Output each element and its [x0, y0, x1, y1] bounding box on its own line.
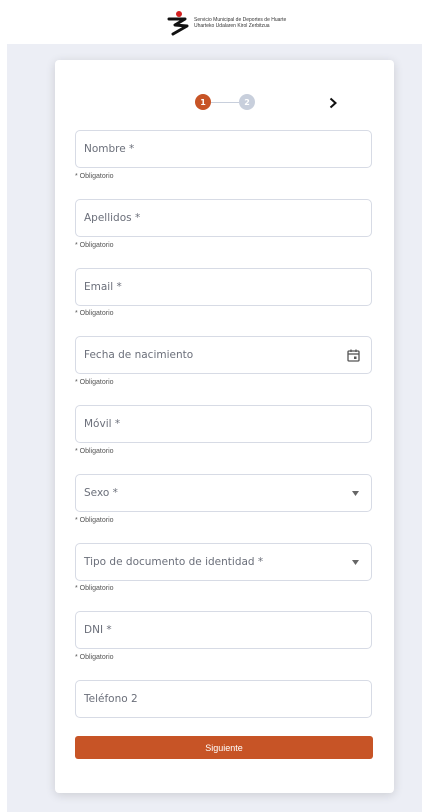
chevron-right-icon[interactable] [327, 97, 339, 109]
sexo-label: Sexo * [84, 487, 118, 499]
email-label: Email * [84, 281, 122, 293]
step-2-indicator: 2 [239, 94, 255, 110]
sexo-hint: * Obligatorio [75, 517, 114, 524]
sexo-select[interactable]: Sexo * [75, 474, 372, 512]
movil-field[interactable]: Móvil * [75, 405, 372, 443]
dni-label: DNI * [84, 624, 112, 636]
logo-text: Servicio Municipal de Deportes de Huarte… [194, 17, 286, 29]
telefono-2-field[interactable]: Teléfono 2 [75, 680, 372, 718]
nombre-field[interactable]: Nombre * [75, 130, 372, 168]
dni-field[interactable]: DNI * [75, 611, 372, 649]
dni-hint: * Obligatorio [75, 654, 114, 661]
huarte-logo-icon [167, 11, 189, 36]
email-field[interactable]: Email * [75, 268, 372, 306]
tipo-documento-hint: * Obligatorio [75, 585, 114, 592]
siguiente-button[interactable]: Siguiente [75, 736, 373, 759]
telefono-2-label: Teléfono 2 [84, 693, 138, 705]
apellidos-label: Apellidos * [84, 212, 141, 224]
apellidos-field[interactable]: Apellidos * [75, 199, 372, 237]
logo[interactable]: Servicio Municipal de Deportes de Huarte… [165, 10, 286, 36]
logo-line-2: Uharteko Udalaren Kirol Zerbitzua [194, 23, 270, 29]
fecha-nacimiento-label: Fecha de nacimiento [84, 349, 194, 361]
caret-down-icon [352, 560, 359, 565]
nombre-hint: * Obligatorio [75, 173, 114, 180]
registration-card: 1 2 Nombre * * Obligatorio Apellidos * *… [55, 60, 394, 793]
header: Servicio Municipal de Deportes de Huarte… [0, 0, 429, 44]
email-hint: * Obligatorio [75, 310, 114, 317]
apellidos-hint: * Obligatorio [75, 242, 114, 249]
step-1-indicator: 1 [195, 94, 211, 110]
tipo-documento-label: Tipo de documento de identidad * [84, 556, 264, 568]
nombre-label: Nombre * [84, 143, 135, 155]
movil-label: Móvil * [84, 418, 121, 430]
movil-hint: * Obligatorio [75, 448, 114, 455]
calendar-icon[interactable] [347, 349, 360, 362]
tipo-documento-select[interactable]: Tipo de documento de identidad * [75, 543, 372, 581]
step-connector [211, 101, 239, 103]
fecha-nacimiento-hint: * Obligatorio [75, 379, 114, 386]
fecha-nacimiento-field[interactable]: Fecha de nacimiento [75, 336, 372, 374]
stepper: 1 2 [195, 94, 255, 110]
caret-down-icon [352, 491, 359, 496]
